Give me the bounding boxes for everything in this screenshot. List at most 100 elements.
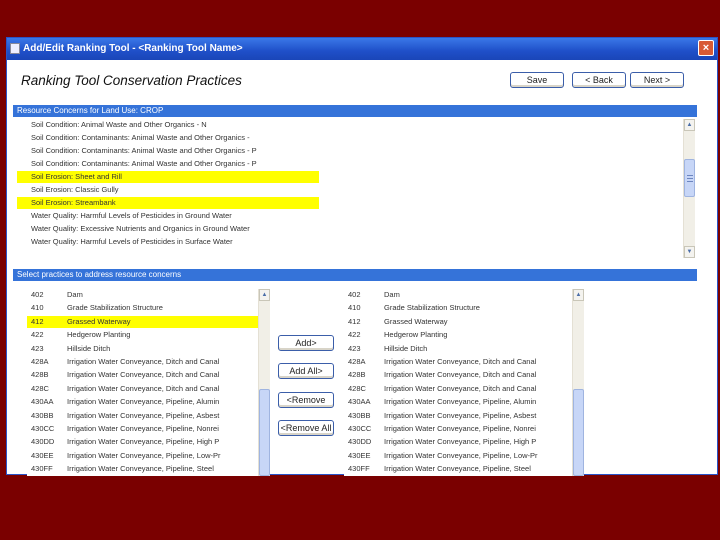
scroll-down-icon[interactable]: ▼ <box>684 246 695 258</box>
practice-row[interactable]: 430BB Irrigation Water Conveyance, Pipeli… <box>344 410 572 422</box>
practice-row[interactable]: 428C Irrigation Water Conveyance, Ditch a… <box>344 383 572 395</box>
selected-practices-list[interactable]: 402 Dam 410 Grade Stabilization Structure 41… <box>344 289 584 476</box>
practice-row[interactable]: 430AA Irrigation Water Conveyance, Pipeli… <box>27 396 258 408</box>
practice-row[interactable]: 402 Dam <box>344 289 572 301</box>
practice-name: Irrigation Water Conveyance, Ditch and C… <box>384 370 537 380</box>
window-titlebar[interactable]: Add/Edit Ranking Tool - <Ranking Tool Na… <box>7 38 717 60</box>
window-title: Add/Edit Ranking Tool - <Ranking Tool Na… <box>23 43 243 54</box>
practice-name: Grade Stabilization Structure <box>67 303 163 313</box>
resource-concern-row[interactable]: Water Quality: Harmful Levels of Pestici… <box>17 210 319 222</box>
back-button[interactable]: < Back <box>572 72 626 88</box>
practice-name: Irrigation Water Conveyance, Ditch and C… <box>67 370 220 380</box>
resource-concern-row[interactable]: Soil Condition: Animal Waste and Other O… <box>17 119 319 131</box>
resource-concern-row[interactable]: Soil Condition: Contaminants: Animal Was… <box>17 132 319 144</box>
practice-row[interactable]: 430DD Irrigation Water Conveyance, Pipeli… <box>344 436 572 448</box>
scroll-up-icon[interactable]: ▲ <box>259 289 270 301</box>
resource-concern-label: Water Quality: Harmful Levels of Pestici… <box>31 211 232 220</box>
save-button[interactable]: Save <box>510 72 564 88</box>
practice-code: 412 <box>31 316 44 326</box>
resource-concern-row[interactable]: Soil Erosion: Streambank <box>17 197 319 209</box>
practice-row[interactable]: 428A Irrigation Water Conveyance, Ditch a… <box>27 356 258 368</box>
practice-row[interactable]: 410 Grade Stabilization Structure <box>27 302 258 314</box>
practice-name: Irrigation Water Conveyance, Pipeline, A… <box>384 410 537 420</box>
scroll-up-icon[interactable]: ▲ <box>684 119 695 131</box>
page-title: Ranking Tool Conservation Practices <box>21 73 242 88</box>
practice-name: Irrigation Water Conveyance, Ditch and C… <box>384 383 537 393</box>
practice-row[interactable]: 412 Grassed Waterway <box>344 316 572 328</box>
practice-row[interactable]: 428C Irrigation Water Conveyance, Ditch a… <box>27 383 258 395</box>
practice-row[interactable]: 430DD Irrigation Water Conveyance, Pipeli… <box>27 436 258 448</box>
scroll-thumb[interactable] <box>573 389 584 476</box>
practice-code: 422 <box>348 330 361 340</box>
practice-name: Hedgerow Planting <box>67 330 131 340</box>
practices-header: Select practices to address resource con… <box>13 269 697 281</box>
practice-row[interactable]: 428B Irrigation Water Conveyance, Ditch a… <box>344 369 572 381</box>
practice-name: Irrigation Water Conveyance, Pipeline, H… <box>384 437 537 447</box>
scroll-up-icon[interactable]: ▲ <box>573 289 584 301</box>
practice-row[interactable]: 428B Irrigation Water Conveyance, Ditch a… <box>27 369 258 381</box>
resource-concern-row[interactable]: Soil Erosion: Classic Gully <box>17 184 319 196</box>
practice-row[interactable]: 423 Hillside Ditch <box>27 343 258 355</box>
resource-concern-label: Soil Condition: Animal Waste and Other O… <box>31 120 207 129</box>
resource-concern-row[interactable]: Soil Condition: Contaminants: Animal Was… <box>17 158 319 170</box>
resource-concern-row[interactable]: Soil Condition: Contaminants: Animal Was… <box>17 145 319 157</box>
scroll-thumb[interactable] <box>259 389 270 476</box>
practice-name: Irrigation Water Conveyance, Pipeline, A… <box>384 397 537 407</box>
resource-concern-label: Soil Condition: Contaminants: Animal Was… <box>31 146 257 155</box>
practice-code: 412 <box>348 316 361 326</box>
practice-name: Irrigation Water Conveyance, Pipeline, A… <box>67 397 220 407</box>
resource-concern-label: Water Quality: Harmful Levels of Pestici… <box>31 237 233 246</box>
resource-concern-row[interactable]: Water Quality: Excessive Nutrients and O… <box>17 223 319 235</box>
practice-row[interactable]: 430AA Irrigation Water Conveyance, Pipeli… <box>344 396 572 408</box>
remove-all-button[interactable]: <Remove All <box>278 420 334 436</box>
available-practices-list[interactable]: 402 Dam 410 Grade Stabilization Structure 41… <box>27 289 270 476</box>
practice-code: 430DD <box>348 437 372 447</box>
resource-concern-label: Soil Erosion: Classic Gully <box>31 185 119 194</box>
resource-concern-label: Soil Condition: Contaminants: Animal Was… <box>31 133 250 142</box>
practice-code: 428C <box>348 383 366 393</box>
practice-code: 410 <box>31 303 44 313</box>
practice-row[interactable]: 430BB Irrigation Water Conveyance, Pipeli… <box>27 410 258 422</box>
practice-row[interactable]: 412 Grassed Waterway <box>27 315 258 328</box>
practice-name: Irrigation Water Conveyance, Ditch and C… <box>67 357 220 366</box>
practice-name: Hedgerow Planting <box>384 330 448 340</box>
practice-row[interactable]: 422 Hedgerow Planting <box>344 329 572 341</box>
add-button[interactable]: Add> <box>278 335 334 351</box>
remove-button[interactable]: <Remove <box>278 392 334 408</box>
resource-concerns-list[interactable]: Soil Condition: Animal Waste and Other O… <box>17 119 695 258</box>
practice-row[interactable]: 402 Dam <box>27 289 258 301</box>
practice-row[interactable]: 430CC Irrigation Water Conveyance, Pipeli… <box>27 423 258 435</box>
practice-row[interactable]: 430FF Irrigation Water Conveyance, Pipeli… <box>344 463 572 475</box>
next-button[interactable]: Next > <box>630 72 684 88</box>
practice-code: 423 <box>348 343 361 353</box>
practice-row[interactable]: 430EE Irrigation Water Conveyance, Pipeli… <box>344 450 572 462</box>
practice-name: Grassed Waterway <box>384 316 448 326</box>
practice-row[interactable]: 430FF Irrigation Water Conveyance, Pipeli… <box>27 463 258 475</box>
practice-row[interactable]: 430CC Irrigation Water Conveyance, Pipeli… <box>344 423 572 435</box>
selected-practices-scrollbar[interactable]: ▲ <box>572 289 584 476</box>
resource-concerns-scrollbar[interactable]: ▲ ▼ <box>683 119 695 258</box>
available-practices-scrollbar[interactable]: ▲ <box>258 289 270 476</box>
practice-name: Grassed Waterway <box>67 316 131 326</box>
practice-row[interactable]: 430EE Irrigation Water Conveyance, Pipeli… <box>27 450 258 462</box>
practice-code: 430FF <box>31 464 53 474</box>
practice-code: 430BB <box>348 410 371 420</box>
practice-code: 402 <box>348 290 361 299</box>
practice-code: 430EE <box>31 450 54 460</box>
scroll-thumb[interactable] <box>684 159 695 197</box>
resource-concern-row[interactable]: Soil Erosion: Sheet and Rill <box>17 171 319 183</box>
practice-name: Hillside Ditch <box>67 343 111 353</box>
resource-concern-label: Soil Erosion: Sheet and Rill <box>31 172 122 181</box>
resource-concern-row[interactable]: Water Quality: Harmful Levels of Pestici… <box>17 236 319 248</box>
practice-row[interactable]: 422 Hedgerow Planting <box>27 329 258 341</box>
practice-code: 430CC <box>31 424 55 433</box>
close-icon[interactable]: × <box>698 40 714 56</box>
add-all-button[interactable]: Add All> <box>278 363 334 379</box>
practice-row[interactable]: 423 Hillside Ditch <box>344 343 572 355</box>
practice-name: Irrigation Water Conveyance, Pipeline, H… <box>67 437 220 447</box>
practice-row[interactable]: 410 Grade Stabilization Structure <box>344 302 572 314</box>
practice-code: 430AA <box>348 397 371 407</box>
practice-code: 422 <box>31 330 44 340</box>
practice-row[interactable]: 428A Irrigation Water Conveyance, Ditch a… <box>344 356 572 368</box>
practice-code: 430DD <box>31 437 55 447</box>
